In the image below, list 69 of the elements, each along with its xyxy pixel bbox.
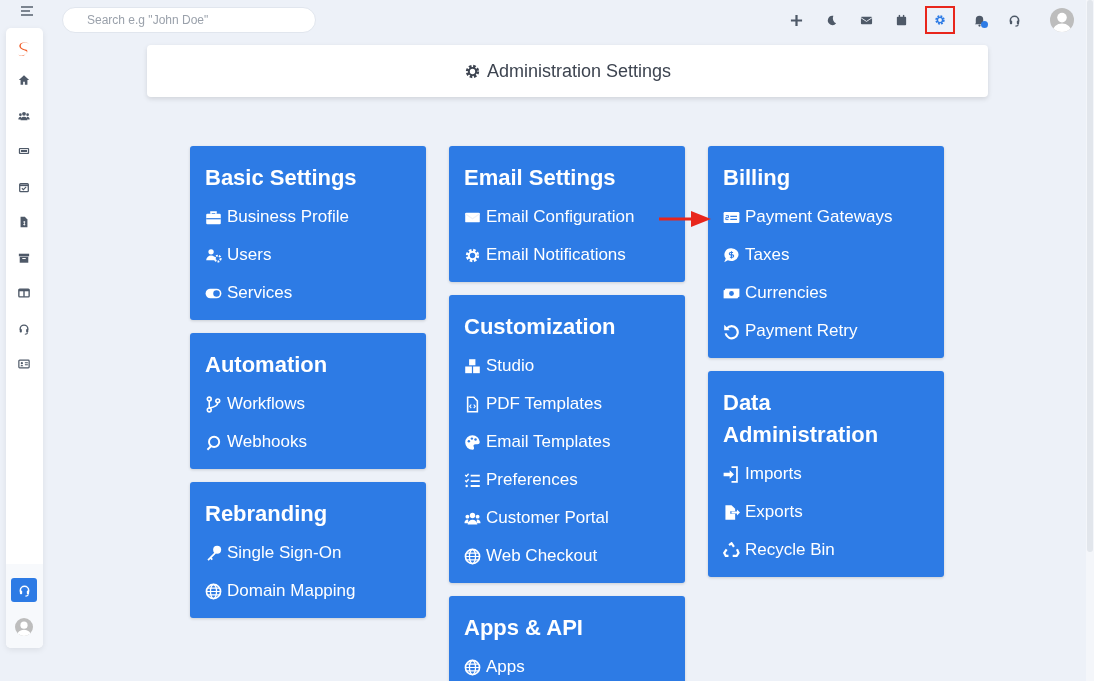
- user-gear-icon: [205, 246, 222, 264]
- users-icon: [18, 109, 30, 122]
- briefcase-icon: [205, 208, 222, 226]
- settings-link[interactable]: PDF Templates: [464, 385, 602, 423]
- settings-link[interactable]: Exports: [723, 493, 803, 531]
- settings-button[interactable]: [925, 6, 955, 34]
- settings-link[interactable]: Apps: [464, 648, 525, 681]
- headset-icon: [18, 322, 30, 335]
- settings-icon: [934, 14, 946, 26]
- settings-link[interactable]: Imports: [723, 455, 802, 493]
- recycle-icon: [723, 541, 740, 559]
- globe-icon: [205, 582, 222, 600]
- dollar-bubble-icon: [723, 246, 740, 264]
- notification-dot: [981, 21, 988, 28]
- arrow-annotation: [659, 210, 711, 228]
- cubes-icon: [464, 357, 481, 375]
- card-title: Rebranding: [205, 500, 329, 528]
- card-title: Customization: [464, 313, 617, 341]
- calendar-check-icon: [18, 180, 30, 193]
- settings-link[interactable]: Payment Retry: [723, 312, 858, 350]
- export-icon: [723, 503, 740, 521]
- card-title: Basic Settings: [205, 164, 358, 192]
- settings-link[interactable]: Single Sign-On: [205, 534, 342, 572]
- headset-icon: [17, 583, 31, 597]
- settings-link[interactable]: Email Configuration: [464, 198, 635, 236]
- plus-icon: [789, 13, 803, 27]
- globe-icon: [464, 658, 481, 676]
- columns-icon: [18, 287, 30, 299]
- settings-link[interactable]: Currencies: [723, 274, 828, 312]
- card-title: Apps & API: [464, 614, 584, 642]
- palette-icon: [464, 433, 481, 451]
- page-title: Administration Settings: [486, 60, 672, 82]
- settings-link[interactable]: Recycle Bin: [723, 531, 835, 569]
- globe-icon: [464, 547, 481, 565]
- settings-link[interactable]: Studio: [464, 347, 535, 385]
- settings-link[interactable]: Preferences: [464, 461, 578, 499]
- card-title: Data Administration: [723, 389, 880, 449]
- settings-link[interactable]: Users: [205, 236, 272, 274]
- settings-link[interactable]: Customer Portal: [464, 499, 609, 537]
- support-button[interactable]: [11, 578, 37, 602]
- settings-link[interactable]: Workflows: [205, 385, 306, 423]
- settings-icon: [464, 246, 481, 264]
- invoice-icon: [18, 216, 30, 228]
- settings-link[interactable]: Email Templates: [464, 423, 611, 461]
- calendar-icon: [894, 13, 908, 27]
- settings-link[interactable]: Domain Mapping: [205, 572, 356, 610]
- card-title: Automation: [205, 351, 329, 379]
- branch-icon: [205, 395, 222, 413]
- code-file-icon: [464, 395, 481, 413]
- id-card-icon: [18, 358, 30, 370]
- card-title: Email Settings: [464, 164, 617, 192]
- settings-link[interactable]: Business Profile: [205, 198, 349, 236]
- settings-link[interactable]: Payment Gateways: [723, 198, 893, 236]
- undo-icon: [723, 322, 740, 340]
- settings-link[interactable]: Taxes: [723, 236, 790, 274]
- settings-link[interactable]: Services: [205, 274, 293, 312]
- archive-icon: [18, 251, 30, 264]
- key-icon: [205, 544, 222, 562]
- settings-icon: [463, 62, 481, 80]
- import-icon: [723, 465, 740, 483]
- ticket-icon: [18, 145, 30, 157]
- card-title: Billing: [723, 164, 792, 192]
- headset-icon: [1007, 13, 1021, 27]
- settings-link[interactable]: Web Checkout: [464, 537, 598, 575]
- checklist-icon: [464, 471, 481, 489]
- home-icon: [18, 74, 30, 86]
- search-field[interactable]: Search e.g "John Doe": [62, 7, 316, 33]
- settings-link[interactable]: Webhooks: [205, 423, 307, 461]
- settings-link[interactable]: Email Notifications: [464, 236, 626, 274]
